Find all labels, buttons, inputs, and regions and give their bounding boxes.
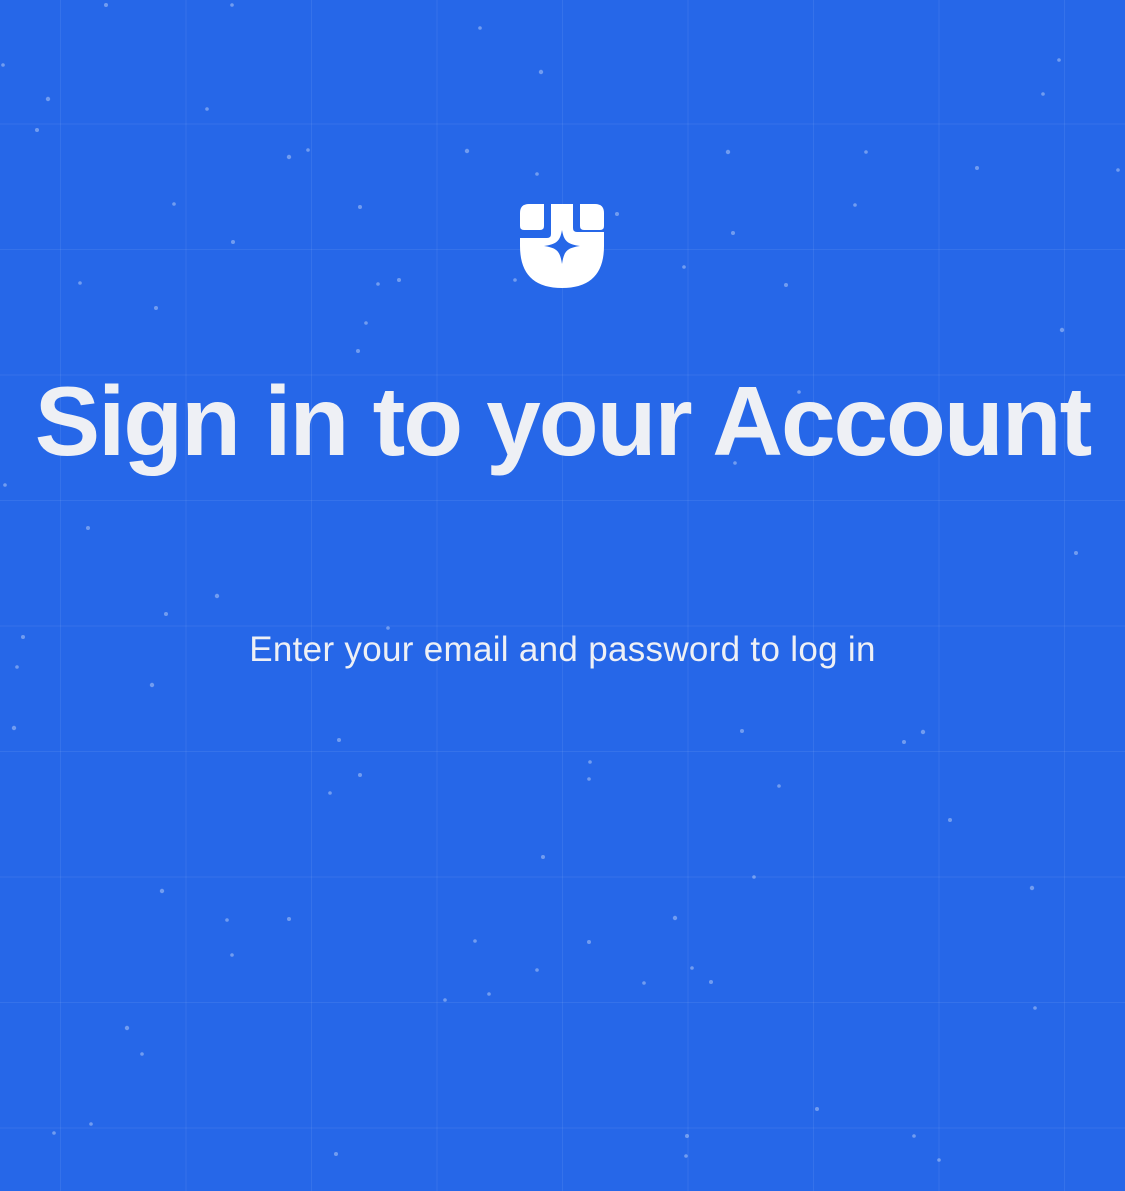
page-title: Sign in to your Account <box>34 366 1093 476</box>
sign-in-header: Sign in to your Account Enter your email… <box>0 0 1125 1191</box>
shield-sparkle-icon <box>520 204 604 288</box>
page-subtitle: Enter your email and password to log in <box>249 630 876 669</box>
